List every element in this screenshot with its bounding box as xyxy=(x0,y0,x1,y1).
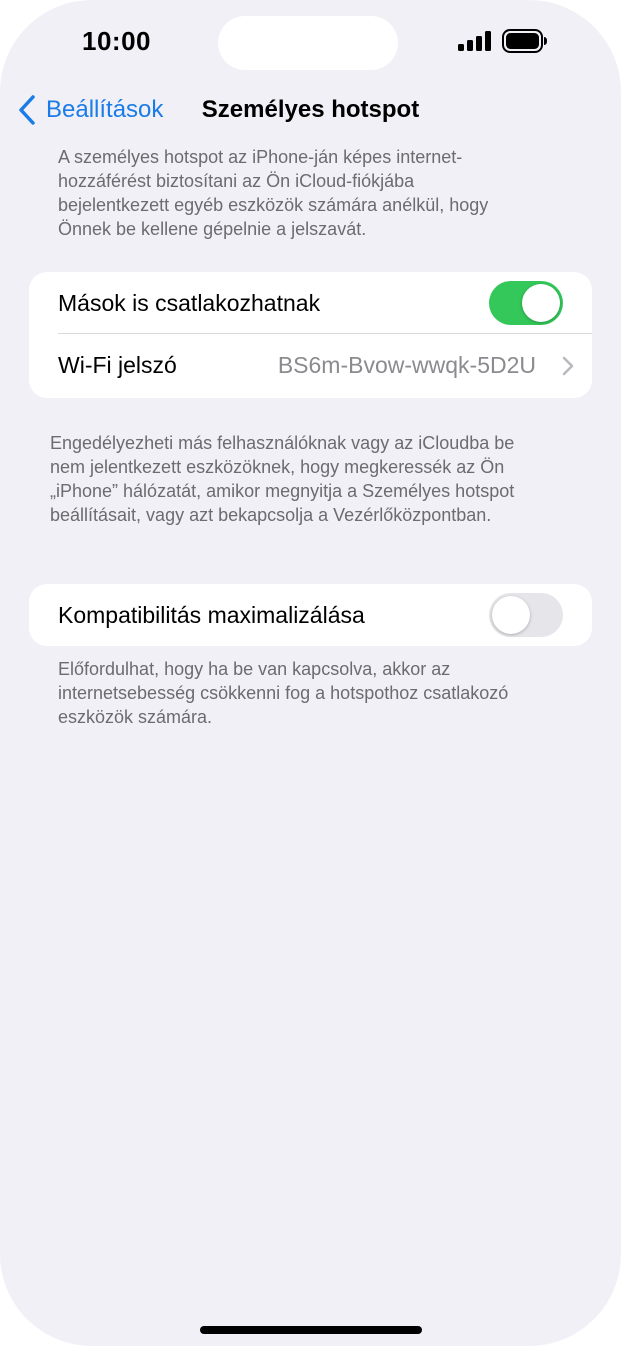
allow-others-toggle[interactable] xyxy=(489,281,563,325)
dynamic-island xyxy=(218,16,398,70)
nav-title-wrap: Személyes hotspot xyxy=(0,96,621,124)
wifi-password-value: BS6m-Bvow-wwqk-5D2U xyxy=(277,351,536,378)
home-indicator[interactable] xyxy=(200,1326,422,1334)
wifi-password-label: Wi-Fi jelszó xyxy=(58,351,177,378)
allow-others-label: Mások is csatlakozhatnak xyxy=(58,289,321,316)
hotspot-settings-group: Mások is csatlakozhatnak Wi-Fi jelszó BS… xyxy=(29,272,592,398)
page-title: Személyes hotspot xyxy=(201,96,420,123)
chevron-right-icon xyxy=(562,356,574,376)
phone-screen: 10:00 Beállítások Személyes hotspot A sz… xyxy=(0,0,621,1346)
battery-icon xyxy=(502,29,547,53)
cellular-signal-icon xyxy=(458,31,491,51)
intro-note: A személyes hotspot az iPhone-ján képes … xyxy=(58,147,489,239)
wifi-password-row[interactable]: Wi-Fi jelszó BS6m-Bvow-wwqk-5D2U xyxy=(29,334,592,396)
compatibility-group: Kompatibilitás maximalizálása xyxy=(29,584,592,646)
toggle-knob xyxy=(492,596,530,634)
maximize-compatibility-label: Kompatibilitás maximalizálása xyxy=(58,601,365,628)
maximize-compatibility-row: Kompatibilitás maximalizálása xyxy=(29,584,592,646)
allow-others-row: Mások is csatlakozhatnak xyxy=(29,272,592,334)
status-time: 10:00 xyxy=(82,26,151,56)
allow-others-note: Engedélyezheti más felhasználóknak vagy … xyxy=(50,433,515,525)
compatibility-note: Előfordulhat, hogy ha be van kapcsolva, … xyxy=(58,659,509,727)
maximize-compatibility-toggle[interactable] xyxy=(489,593,563,637)
toggle-knob xyxy=(522,284,560,322)
